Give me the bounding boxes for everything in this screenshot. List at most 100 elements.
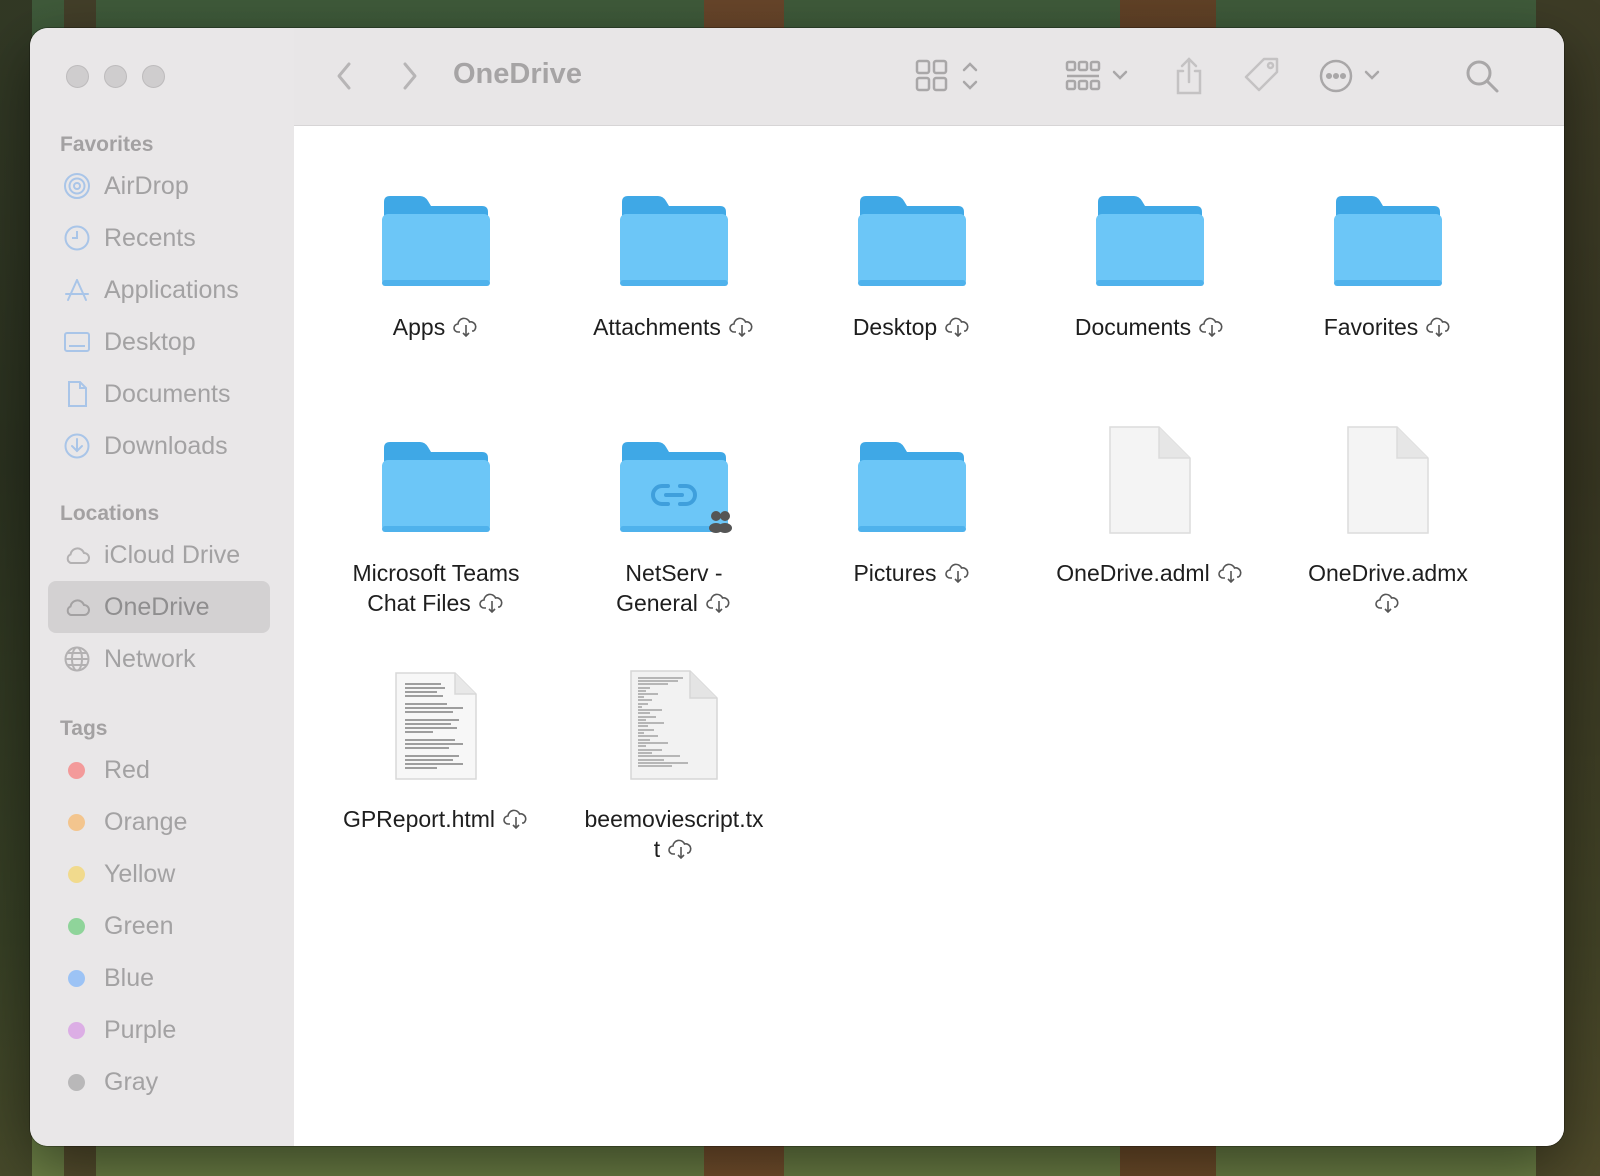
- folder-icon: [1269, 170, 1507, 290]
- window-title: OneDrive: [453, 58, 582, 90]
- sidebar-item-label: Recents: [104, 223, 196, 252]
- sidebar-item-applications[interactable]: Applications: [48, 264, 270, 316]
- airdrop-icon: [62, 171, 92, 201]
- cloud-download-icon: [453, 317, 477, 337]
- sidebar-item-network[interactable]: Network: [48, 633, 270, 685]
- more-icon: [1319, 59, 1380, 93]
- tag-purple[interactable]: Purple: [48, 1004, 270, 1056]
- tag-label: Blue: [104, 963, 155, 992]
- sidebar-item-recents[interactable]: Recents: [48, 212, 270, 264]
- file-name: Pictures: [853, 560, 937, 586]
- file-item-desktop[interactable]: Desktop: [793, 170, 1031, 342]
- action-menu-button[interactable]: [1318, 56, 1388, 96]
- file-item-beemoviescript-txt[interactable]: beemoviescript.tx t: [555, 662, 793, 864]
- file-item-apps[interactable]: Apps: [317, 170, 555, 342]
- share-button[interactable]: [1169, 56, 1209, 96]
- cloud-download-icon: [1375, 593, 1399, 613]
- yellow-tag-icon: [68, 865, 85, 883]
- group-icon: [1065, 60, 1128, 91]
- share-icon: [1176, 57, 1202, 95]
- file-name: Favorites: [1323, 314, 1419, 340]
- cloud-icon: [62, 592, 92, 622]
- finder-window: Favorites AirDrop Recents Applications D…: [30, 28, 1564, 1146]
- file-item-onedrive-adml[interactable]: OneDrive.adml: [1031, 416, 1269, 588]
- window-controls: [66, 65, 165, 88]
- group-by-button[interactable]: [1064, 56, 1144, 96]
- tag-label: Orange: [104, 807, 188, 836]
- close-button[interactable]: [66, 65, 89, 88]
- file-item-onedrive-admx[interactable]: OneDrive.admx: [1269, 416, 1507, 618]
- sidebar-item-airdrop[interactable]: AirDrop: [48, 160, 270, 212]
- cloud-download-icon: [1426, 317, 1450, 337]
- sidebar-item-desktop[interactable]: Desktop: [48, 316, 270, 368]
- search-icon: [1466, 60, 1499, 93]
- tags-header: Tags: [60, 717, 108, 740]
- file-name-line1: beemoviescript.tx: [584, 806, 764, 832]
- sidebar-item-documents[interactable]: Documents: [48, 368, 270, 420]
- green-tag-icon: [68, 917, 85, 935]
- icon-grid-icon: [915, 59, 978, 92]
- html-document-icon: [317, 662, 555, 782]
- sidebar-item-label: Applications: [104, 275, 239, 304]
- text-document-icon: [555, 662, 793, 782]
- file-name: Documents: [1074, 314, 1192, 340]
- tag-gray[interactable]: Gray: [48, 1056, 270, 1108]
- minimize-button[interactable]: [104, 65, 127, 88]
- tag-red[interactable]: Red: [48, 744, 270, 796]
- folder-icon: [317, 416, 555, 536]
- desktop-icon: [62, 327, 92, 357]
- orange-tag-icon: [68, 813, 85, 831]
- tag-green[interactable]: Green: [48, 900, 270, 952]
- folder-icon: [1031, 170, 1269, 290]
- file-name-line2: t: [653, 836, 661, 862]
- sidebar-item-label: iCloud Drive: [104, 540, 241, 569]
- file-grid: Apps Attachments Desktop Documents Favor…: [294, 126, 1564, 1146]
- file-name-line1: Microsoft Teams: [352, 560, 520, 586]
- file-name-line1: NetServ -: [625, 560, 723, 586]
- applications-icon: [62, 275, 92, 305]
- document-icon: [1031, 416, 1269, 536]
- chevron-left-icon: [337, 62, 351, 90]
- file-item-netserv-general[interactable]: NetServ - General: [555, 416, 793, 618]
- favorites-header: Favorites: [60, 133, 154, 156]
- cloud-download-icon: [729, 317, 753, 337]
- file-item-pictures[interactable]: Pictures: [793, 416, 1031, 588]
- tag-yellow[interactable]: Yellow: [48, 848, 270, 900]
- back-button[interactable]: [330, 56, 360, 96]
- file-name: OneDrive.adml: [1056, 560, 1210, 586]
- folder-icon: [793, 170, 1031, 290]
- sidebar-item-onedrive[interactable]: OneDrive: [48, 581, 270, 633]
- clock-icon: [62, 223, 92, 253]
- cloud-download-icon: [1217, 563, 1242, 583]
- tag-blue[interactable]: Blue: [48, 952, 270, 1004]
- forward-button[interactable]: [394, 56, 424, 96]
- cloud-download-icon: [1199, 317, 1223, 337]
- file-item-gpreport-html[interactable]: GPReport.html: [317, 662, 555, 834]
- sidebar-item-label: Downloads: [104, 431, 228, 460]
- document-icon: [1269, 416, 1507, 536]
- sidebar-item-downloads[interactable]: Downloads: [48, 420, 270, 472]
- file-item-documents[interactable]: Documents: [1031, 170, 1269, 342]
- cloud-download-icon: [706, 593, 730, 613]
- sidebar-item-label: Desktop: [104, 327, 196, 356]
- blue-tag-icon: [68, 969, 85, 987]
- tags-button[interactable]: [1240, 56, 1284, 96]
- toolbar: OneDrive: [294, 28, 1564, 126]
- sidebar-item-icloud-drive[interactable]: iCloud Drive: [48, 529, 270, 581]
- file-name: Attachments: [593, 314, 721, 340]
- folder-icon: [793, 416, 1031, 536]
- file-item-microsoft-teams-chat-files[interactable]: Microsoft Teams Chat Files: [317, 416, 555, 618]
- cloud-icon: [62, 540, 92, 570]
- tag-orange[interactable]: Orange: [48, 796, 270, 848]
- file-item-attachments[interactable]: Attachments: [555, 170, 793, 342]
- tag-label: Yellow: [104, 859, 176, 888]
- cloud-download-icon: [944, 563, 969, 583]
- tag-label: Red: [104, 755, 150, 784]
- file-item-favorites[interactable]: Favorites: [1269, 170, 1507, 342]
- zoom-button[interactable]: [142, 65, 165, 88]
- tag-label: Purple: [104, 1015, 177, 1044]
- tag-icon: [1244, 57, 1279, 92]
- view-mode-button[interactable]: [914, 56, 984, 96]
- file-name: Apps: [392, 314, 446, 340]
- search-button[interactable]: [1462, 56, 1502, 96]
